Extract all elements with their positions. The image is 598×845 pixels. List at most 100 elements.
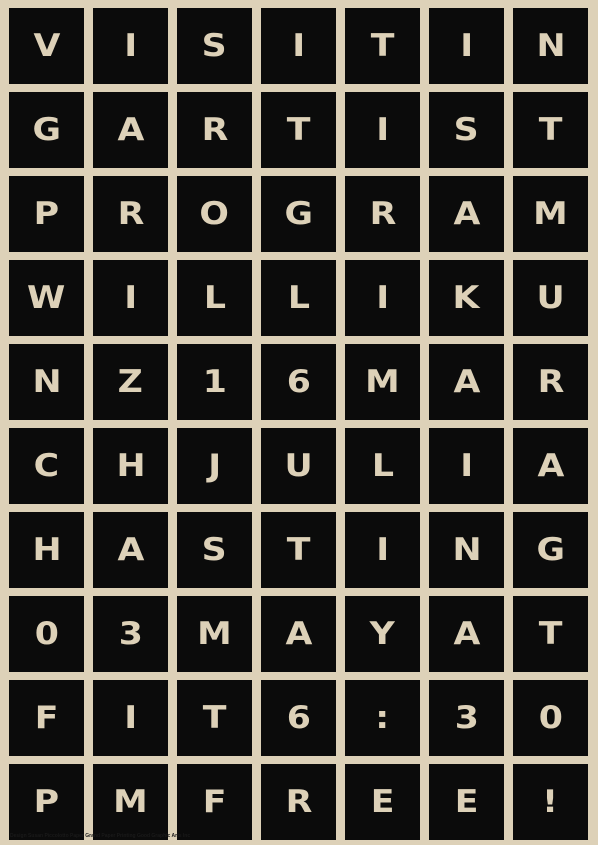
tile-letter: L xyxy=(203,279,226,316)
tile-letter: I xyxy=(376,279,389,316)
tile-letter: I xyxy=(124,27,137,64)
tile-letter: M xyxy=(113,783,148,820)
tile-letter: A xyxy=(285,615,312,652)
tile-letter: J xyxy=(208,447,221,484)
letter-tile: 0 xyxy=(9,596,84,672)
letter-tile: G xyxy=(513,512,588,588)
tile-letter: H xyxy=(31,531,62,568)
letter-tile: R xyxy=(345,176,420,252)
tile-letter: T xyxy=(286,531,311,568)
letter-tile: 0 xyxy=(513,680,588,756)
tile-letter: 0 xyxy=(34,615,59,652)
letter-tile: O xyxy=(177,176,252,252)
letter-tile: S xyxy=(177,8,252,84)
letter-tile: I xyxy=(429,8,504,84)
letter-tile: I xyxy=(345,92,420,168)
letter-tile: T xyxy=(261,92,336,168)
letter-tile: N xyxy=(429,512,504,588)
tile-letter: F xyxy=(34,699,59,736)
tile-letter: A xyxy=(453,195,480,232)
letter-tile: I xyxy=(261,8,336,84)
tile-letter: R xyxy=(285,783,312,820)
tile-letter: : xyxy=(375,699,390,736)
letter-tile: 3 xyxy=(93,596,168,672)
letter-tile: Z xyxy=(93,344,168,420)
tile-letter: 3 xyxy=(454,699,479,736)
tile-letter: I xyxy=(460,447,473,484)
letter-tile: 3 xyxy=(429,680,504,756)
letter-tile: Y xyxy=(345,596,420,672)
letter-tile: A xyxy=(429,176,504,252)
letter-tile: H xyxy=(9,512,84,588)
tile-letter: U xyxy=(536,279,565,316)
letter-tile: I xyxy=(429,428,504,504)
tile-letter: E xyxy=(370,783,395,820)
letter-tile: S xyxy=(429,92,504,168)
tile-letter: I xyxy=(124,279,137,316)
tile-letter: M xyxy=(533,195,568,232)
letter-tile: A xyxy=(93,92,168,168)
letter-tile: W xyxy=(9,260,84,336)
letter-tile: K xyxy=(429,260,504,336)
letter-tile: N xyxy=(513,8,588,84)
letter-tile: P xyxy=(9,764,84,840)
poster-grid: V I S I T I N G A R T I S T P R O G R A … xyxy=(9,8,589,840)
letter-tile: U xyxy=(261,428,336,504)
tile-letter: G xyxy=(284,195,313,232)
letter-tile: A xyxy=(513,428,588,504)
letter-tile: A xyxy=(429,344,504,420)
tile-letter: M xyxy=(197,615,232,652)
tile-letter: K xyxy=(453,279,480,316)
letter-tile: T xyxy=(345,8,420,84)
tile-letter: C xyxy=(33,447,60,484)
tile-letter: 1 xyxy=(202,363,227,400)
tile-letter: E xyxy=(454,783,479,820)
letter-tile: 6 xyxy=(261,680,336,756)
tile-letter: A xyxy=(117,111,144,148)
letter-tile: T xyxy=(513,92,588,168)
tile-letter: I xyxy=(376,531,389,568)
letter-tile: T xyxy=(513,596,588,672)
tile-letter: 6 xyxy=(286,699,311,736)
tile-letter: W xyxy=(27,279,66,316)
letter-tile: H xyxy=(93,428,168,504)
letter-tile: G xyxy=(9,92,84,168)
tile-letter: R xyxy=(201,111,228,148)
tile-letter: Y xyxy=(369,615,396,652)
letter-tile: F xyxy=(9,680,84,756)
tile-letter: 6 xyxy=(286,363,311,400)
tile-letter: T xyxy=(538,615,563,652)
tile-letter: A xyxy=(537,447,564,484)
tile-letter: A xyxy=(453,363,480,400)
letter-tile: ! xyxy=(513,764,588,840)
letter-tile: E xyxy=(429,764,504,840)
letter-tile: T xyxy=(261,512,336,588)
tile-letter: O xyxy=(199,195,230,232)
tile-letter: G xyxy=(536,531,565,568)
letter-tile: T xyxy=(177,680,252,756)
tile-letter: N xyxy=(535,27,566,64)
letter-tile: M xyxy=(177,596,252,672)
letter-tile: C xyxy=(9,428,84,504)
tile-letter: S xyxy=(201,531,227,568)
tile-letter: 3 xyxy=(118,615,143,652)
tile-letter: L xyxy=(371,447,394,484)
tile-letter: A xyxy=(453,615,480,652)
letter-tile: I xyxy=(93,8,168,84)
tile-letter: Z xyxy=(117,363,144,400)
tile-letter: P xyxy=(33,195,60,232)
letter-tile: A xyxy=(429,596,504,672)
letter-tile: R xyxy=(177,92,252,168)
tile-letter: I xyxy=(376,111,389,148)
tile-letter: N xyxy=(31,363,62,400)
letter-tile: G xyxy=(261,176,336,252)
letter-tile: I xyxy=(93,680,168,756)
letter-tile: I xyxy=(345,512,420,588)
tile-letter: T xyxy=(370,27,395,64)
letter-tile: I xyxy=(93,260,168,336)
letter-tile: F xyxy=(177,764,252,840)
tile-letter: N xyxy=(451,531,482,568)
tile-letter: G xyxy=(32,111,61,148)
tile-letter: M xyxy=(365,363,400,400)
footer-credit: Design Susan Piccolotto Paper Grand Pape… xyxy=(10,833,191,839)
